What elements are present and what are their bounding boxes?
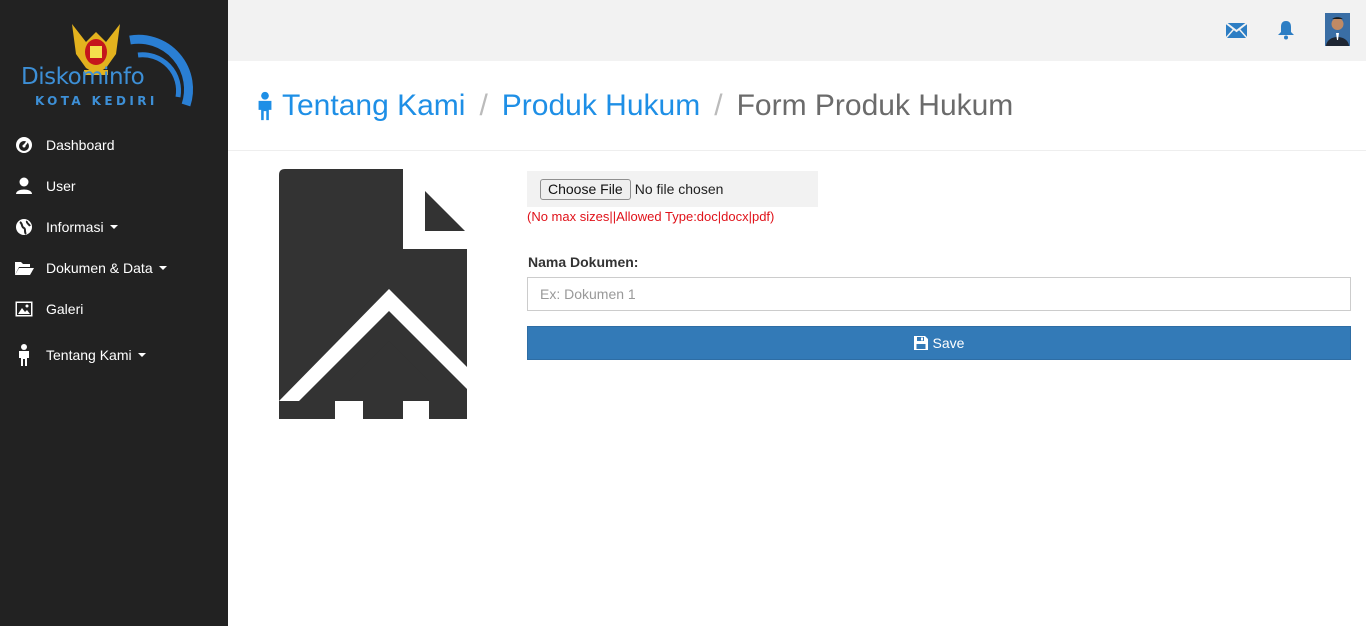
sidebar-item-tentang-kami[interactable]: Tentang Kami	[0, 329, 228, 381]
floppy-disk-icon	[913, 336, 928, 350]
sidebar-item-label: Informasi	[46, 218, 104, 235]
picture-icon	[14, 300, 34, 318]
sidebar-item-label: Tentang Kami	[46, 347, 132, 363]
save-label: Save	[932, 335, 965, 351]
bell-icon[interactable]	[1275, 19, 1297, 41]
breadcrumb-produk-hukum[interactable]: Produk Hukum	[502, 89, 700, 123]
breadcrumb-tentang-kami[interactable]: Tentang Kami	[282, 89, 465, 123]
sidebar-nav: Dashboard User Informasi Dokumen & Data	[0, 124, 228, 381]
sidebar-item-label: Dokumen & Data	[46, 259, 153, 276]
page-header: Tentang Kami / Produk Hukum / Form Produ…	[228, 61, 1366, 151]
nama-dokumen-input[interactable]	[527, 277, 1351, 311]
nama-dokumen-label: Nama Dokumen:	[528, 254, 639, 270]
file-upload-field: Choose File No file chosen	[527, 171, 818, 207]
topbar	[228, 0, 1366, 61]
person-icon	[256, 91, 274, 121]
user-icon	[14, 177, 34, 195]
choose-file-button[interactable]: Choose File	[540, 178, 631, 200]
breadcrumb-separator: /	[714, 89, 723, 122]
sidebar-item-label: User	[46, 177, 76, 194]
diskominfo-logo[interactable]: Diskominfo KOTA KEDIRI	[0, 0, 228, 122]
chevron-down-icon	[137, 353, 146, 357]
sidebar: Diskominfo KOTA KEDIRI Dashboard User In…	[0, 0, 228, 626]
folder-open-icon	[14, 259, 34, 277]
file-upload-icon	[279, 169, 467, 419]
chevron-down-icon	[158, 265, 167, 270]
chevron-down-icon	[109, 224, 118, 229]
save-button[interactable]: Save	[527, 326, 1351, 360]
sidebar-item-label: Dashboard	[46, 136, 115, 153]
sidebar-item-dashboard[interactable]: Dashboard	[0, 124, 228, 165]
file-status: No file chosen	[634, 181, 724, 197]
avatar[interactable]	[1325, 13, 1350, 46]
sidebar-item-dokumen-data[interactable]: Dokumen & Data	[0, 247, 228, 288]
sidebar-item-label: Galeri	[46, 300, 84, 317]
brand-subtitle: KOTA KEDIRI	[35, 94, 158, 108]
brand-name: Diskominfo	[21, 64, 145, 90]
sidebar-item-informasi[interactable]: Informasi	[0, 206, 228, 247]
sidebar-item-galeri[interactable]: Galeri	[0, 288, 228, 329]
breadcrumb: Tentang Kami / Produk Hukum / Form Produ…	[256, 89, 1013, 123]
sidebar-item-user[interactable]: User	[0, 165, 228, 206]
file-type-hint: (No max sizes||Allowed Type:doc|docx|pdf…	[527, 209, 775, 224]
globe-icon	[14, 218, 34, 236]
breadcrumb-separator: /	[479, 89, 488, 122]
page-title: Form Produk Hukum	[736, 89, 1014, 122]
dashboard-icon	[14, 136, 34, 154]
envelope-icon[interactable]	[1225, 19, 1247, 41]
person-icon	[14, 344, 34, 366]
